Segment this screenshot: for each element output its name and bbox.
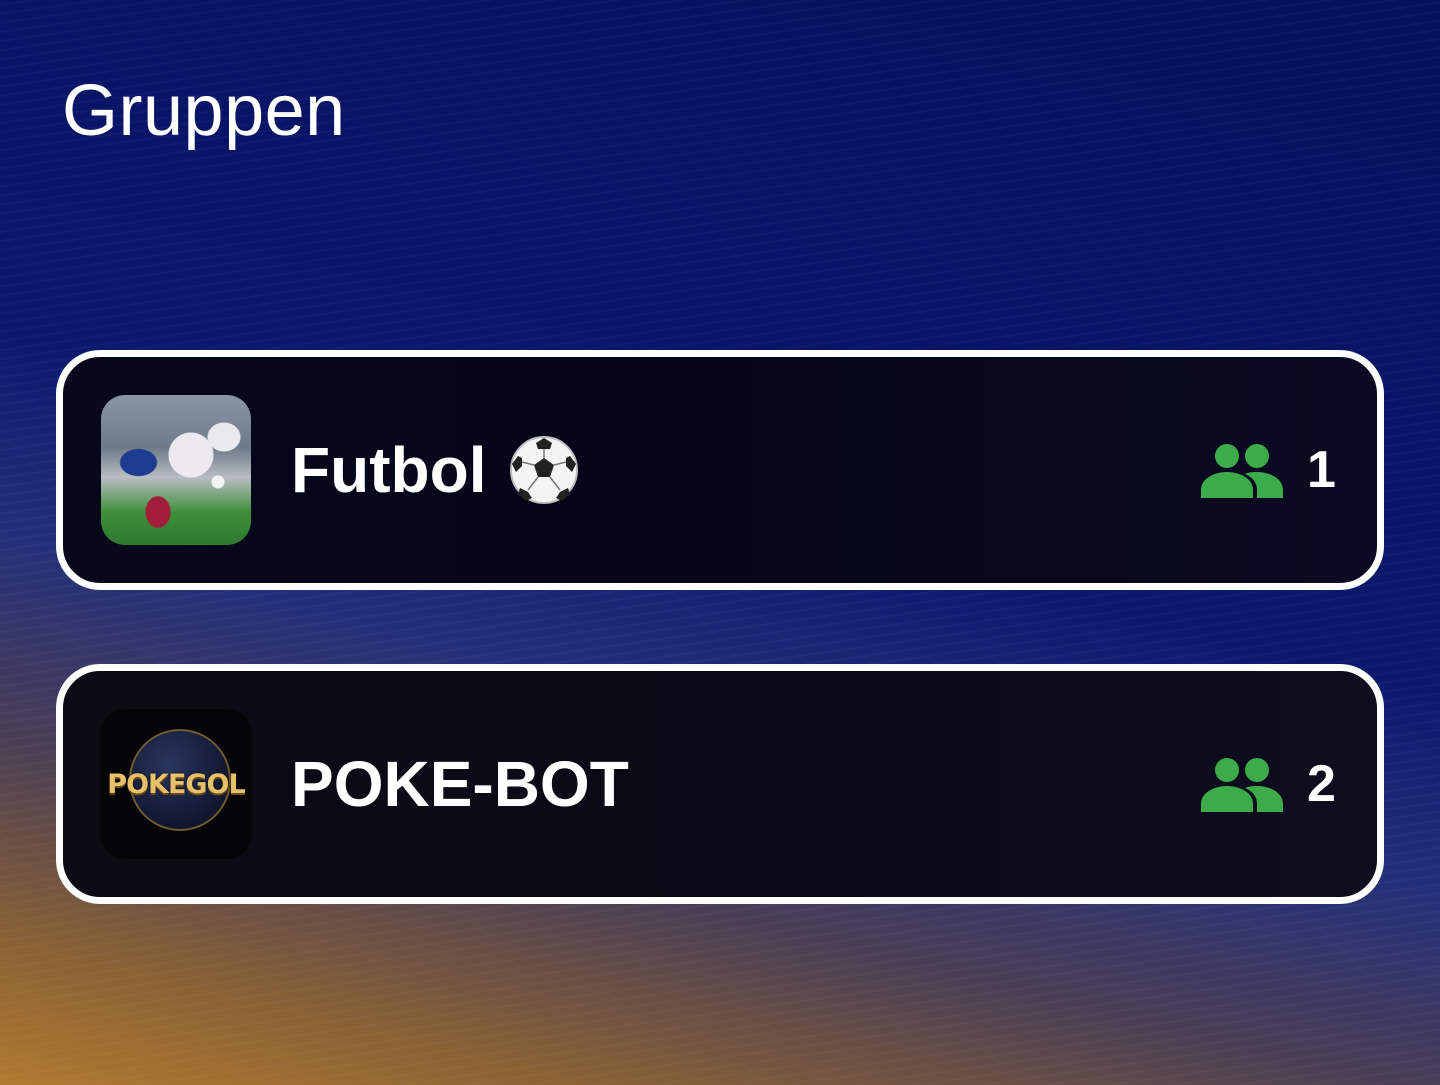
group-avatar-futbol: [101, 395, 251, 545]
group-list: Futbol 1 POKEGOL POKE-BOT 2: [56, 350, 1384, 978]
member-count: 2: [1307, 755, 1336, 813]
group-name: POKE-BOT: [291, 747, 1199, 821]
group-card-futbol[interactable]: Futbol 1: [56, 350, 1384, 590]
member-count: 1: [1307, 441, 1336, 499]
group-name-label: POKE-BOT: [291, 748, 629, 820]
soccer-ball-icon: [510, 436, 579, 504]
group-card-poke-bot[interactable]: POKEGOL POKE-BOT 2: [56, 664, 1384, 904]
group-avatar-pokegol: POKEGOL: [101, 709, 251, 859]
member-info: 2: [1199, 754, 1337, 814]
group-name: Futbol: [291, 433, 1199, 507]
member-info: 1: [1199, 440, 1337, 500]
group-name-label: Futbol: [291, 434, 487, 506]
page-title: Gruppen: [62, 71, 346, 151]
people-icon: [1201, 758, 1283, 812]
people-icon: [1201, 444, 1283, 498]
pokegol-logo-text: POKEGOL: [107, 768, 245, 800]
